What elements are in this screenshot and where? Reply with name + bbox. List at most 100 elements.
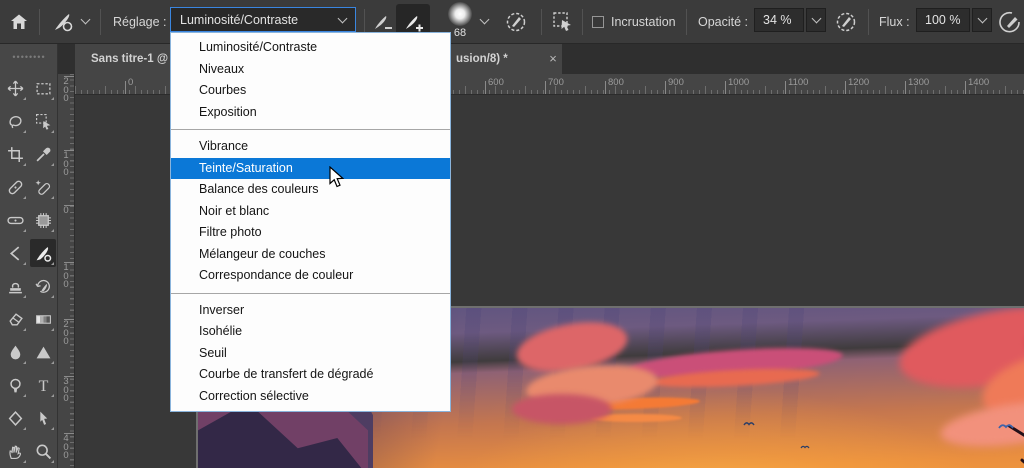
shape-tool-button[interactable]: [30, 338, 56, 366]
tab-title-right: usion/8) *: [456, 53, 508, 65]
brush-tip-preview[interactable]: [448, 2, 472, 26]
menu-item-seuil[interactable]: Seuil: [171, 343, 450, 365]
chevron-down-icon: [811, 13, 821, 24]
zoom-tool-button[interactable]: [30, 437, 56, 465]
menu-item-courbe-de-transfert-de-degrade[interactable]: Courbe de transfert de dégradé: [171, 364, 450, 386]
flyout-corner-icon: [51, 460, 54, 463]
flow-value-box[interactable]: 100 %: [916, 8, 970, 32]
patch-tool-button[interactable]: [2, 206, 28, 234]
menu-item-courbes[interactable]: Courbes: [171, 80, 450, 102]
flyout-corner-icon: [51, 163, 54, 166]
marquee-icon: [35, 80, 52, 97]
flyout-corner-icon: [23, 130, 26, 133]
menu-item-luminosite-contraste[interactable]: Luminosité/Contraste: [171, 37, 450, 59]
home-icon[interactable]: [7, 10, 31, 34]
eyedropper-tool-button[interactable]: [30, 140, 56, 168]
flyout-corner-icon: [23, 163, 26, 166]
remove-icon: [35, 179, 52, 196]
crop-icon: [7, 146, 24, 163]
remove-tool-button[interactable]: [30, 173, 56, 201]
lasso-icon: [7, 113, 24, 130]
ruler-label: 1300: [908, 77, 930, 88]
menu-item-isohelie[interactable]: Isohélie: [171, 321, 450, 343]
hand-icon: [7, 443, 24, 460]
menu-separator: [171, 129, 450, 130]
divider: [868, 9, 869, 35]
airbrush-icon[interactable]: [998, 10, 1022, 34]
selection-mode-icon[interactable]: [551, 10, 575, 34]
divider: [39, 9, 40, 35]
menu-item-balance-des-couleurs[interactable]: Balance des couleurs: [171, 179, 450, 201]
eraser-icon: [7, 311, 24, 328]
menu-item-correspondance-de-couleur[interactable]: Correspondance de couleur: [171, 265, 450, 287]
lasso-tool-button[interactable]: [2, 107, 28, 135]
brush-preset-icon[interactable]: [49, 10, 77, 34]
move-tool-button[interactable]: [2, 74, 28, 102]
menu-item-vibrance[interactable]: Vibrance: [171, 136, 450, 158]
menu-item-teinte-saturation[interactable]: Teinte/Saturation: [171, 157, 450, 179]
chevron-down-icon[interactable]: [80, 14, 91, 25]
flow-dropdown-button[interactable]: [972, 8, 992, 32]
gradient-tool-button[interactable]: [30, 305, 56, 333]
dodge-tool-button[interactable]: [2, 371, 28, 399]
hand-tool-button[interactable]: [2, 437, 28, 465]
menu-separator: [171, 292, 450, 294]
toolbar-grip-handle[interactable]: ••••••••: [0, 52, 58, 62]
tab-close-icon[interactable]: ×: [545, 44, 561, 74]
chevron-down-icon: [977, 13, 987, 24]
flyout-corner-icon: [23, 394, 26, 397]
ruler-label: 4 0 0: [63, 433, 69, 461]
menu-item-correction-selective[interactable]: Correction sélective: [171, 386, 450, 408]
bird-icon: [800, 445, 810, 449]
ruler-label: 1100: [788, 77, 809, 88]
marquee-tool-button[interactable]: [30, 74, 56, 102]
custom-shape-tool-button[interactable]: [2, 404, 28, 432]
gradient-icon: [35, 311, 52, 328]
menu-item-exposition[interactable]: Exposition: [171, 102, 450, 124]
tab-title-left: Sans titre-1 @: [91, 53, 169, 65]
blur-tool-button[interactable]: [2, 338, 28, 366]
ruler-label: 800: [608, 77, 624, 88]
frame-tool-button[interactable]: [30, 206, 56, 234]
type-tool-button[interactable]: T: [30, 371, 56, 399]
menu-item-melangeur-de-couches[interactable]: Mélangeur de couches: [171, 244, 450, 266]
brush-plus-icon[interactable]: [401, 10, 425, 34]
menu-item-noir-et-blanc[interactable]: Noir et blanc: [171, 201, 450, 223]
opacity-value-box[interactable]: 34 %: [754, 8, 804, 32]
adjustment-menu: Luminosité/Contraste Niveaux Courbes Exposi…: [170, 32, 451, 412]
ruler-label: 3 0 0: [63, 376, 69, 404]
menu-item-filtre-photo[interactable]: Filtre photo: [171, 222, 450, 244]
spot-healing-tool-button[interactable]: [2, 173, 28, 201]
custom-shape-icon: [7, 410, 24, 427]
ruler-major-tick: [665, 81, 666, 94]
path-selection-icon: [35, 410, 52, 427]
frame-icon: [35, 212, 52, 229]
adjustment-dropdown[interactable]: Luminosité/Contraste: [170, 7, 356, 32]
eraser-tool-button[interactable]: [2, 305, 28, 333]
opacity-dropdown-button[interactable]: [806, 8, 826, 32]
object-selection-tool-button[interactable]: [30, 107, 56, 135]
pressure-size-icon[interactable]: [504, 10, 528, 34]
brush-tool-button[interactable]: [30, 239, 56, 267]
mouse-cursor: [329, 166, 345, 188]
flyout-corner-icon: [51, 361, 54, 364]
flyout-corner-icon: [23, 262, 26, 265]
ruler-label: 1400: [968, 77, 990, 88]
ruler-major-tick: [965, 81, 966, 94]
options-bar: Réglage : Luminosité/Contraste 68 Incrus…: [0, 0, 1024, 44]
ruler-vertical[interactable]: 2 0 0 1 0 0 0 1 0 0 2 0 0 3 0 0 4 0 0: [58, 74, 75, 468]
menu-item-inverser[interactable]: Inverser: [171, 300, 450, 322]
ruler-label: 1000: [728, 77, 750, 88]
pen-tool-button[interactable]: [2, 239, 28, 267]
chevron-down-icon[interactable]: [479, 14, 490, 25]
history-brush-tool-button[interactable]: [30, 272, 56, 300]
ruler-major-tick: [545, 81, 546, 94]
overlay-checkbox[interactable]: [592, 16, 604, 28]
pressure-opacity-icon[interactable]: [834, 10, 858, 34]
clone-stamp-tool-button[interactable]: [2, 272, 28, 300]
brush-minus-icon[interactable]: [370, 10, 394, 34]
menu-item-niveaux[interactable]: Niveaux: [171, 59, 450, 81]
path-selection-tool-button[interactable]: [30, 404, 56, 432]
crop-tool-button[interactable]: [2, 140, 28, 168]
divider: [541, 9, 542, 35]
